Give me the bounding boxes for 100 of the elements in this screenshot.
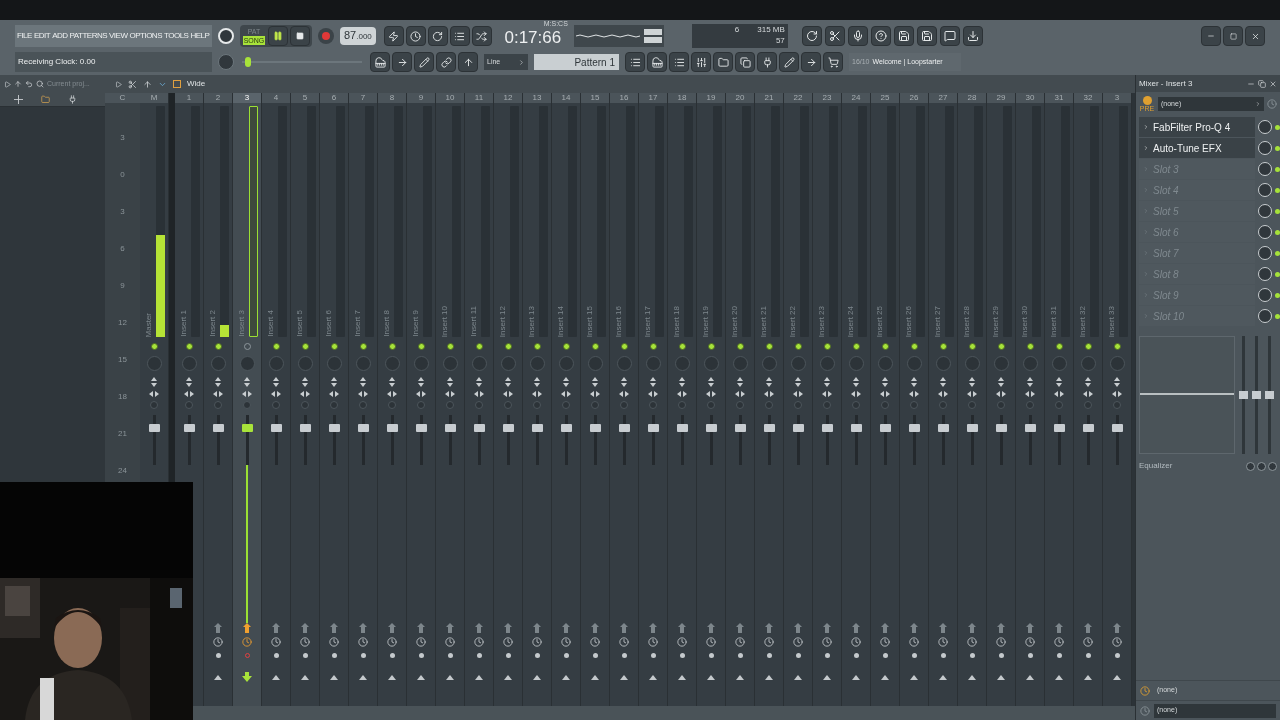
- track-number: 4: [262, 93, 290, 103]
- stereo-mode[interactable]: Wide: [187, 78, 206, 90]
- track-label: Master: [143, 311, 154, 337]
- mixer-track[interactable]: 11 Insert 11: [465, 93, 494, 706]
- track-number: 19: [697, 93, 725, 103]
- mixer-track[interactable]: 25 Insert 25: [871, 93, 900, 706]
- track-number: 16: [610, 93, 638, 103]
- scale-label: 21: [118, 429, 127, 438]
- mixer-track[interactable]: 28 Insert 28: [958, 93, 987, 706]
- track-number: 26: [900, 93, 928, 103]
- menu-item[interactable]: ADD: [52, 30, 68, 42]
- mixer-track[interactable]: 32 Insert 32: [1074, 93, 1103, 706]
- track-label: Insert 2: [207, 309, 218, 337]
- mixer-track[interactable]: 24 Insert 24: [842, 93, 871, 706]
- track-label: Insert 33: [1106, 304, 1117, 337]
- mixer-track[interactable]: 29 Insert 29: [987, 93, 1016, 706]
- mixer-track[interactable]: 4 Insert 4: [262, 93, 291, 706]
- track-number: 22: [784, 93, 812, 103]
- track-number: 2: [204, 93, 232, 103]
- tempo-display[interactable]: 87.000: [340, 27, 376, 45]
- track-label: Insert 26: [903, 304, 914, 337]
- eq-label: Equalizer: [1139, 460, 1174, 472]
- mixer-track[interactable]: 17 Insert 17: [639, 93, 668, 706]
- track-label: Insert 31: [1048, 304, 1059, 337]
- track-label: Insert 5: [294, 309, 305, 337]
- track-number: 14: [552, 93, 580, 103]
- mixer-track[interactable]: 23 Insert 23: [813, 93, 842, 706]
- mixer-track[interactable]: 26 Insert 26: [900, 93, 929, 706]
- mixer-track[interactable]: 19 Insert 19: [697, 93, 726, 706]
- menu-item[interactable]: TOOLS: [164, 30, 189, 42]
- track-label: Insert 20: [729, 304, 740, 337]
- mixer-track[interactable]: 12 Insert 12: [494, 93, 523, 706]
- track-label: Insert 24: [845, 304, 856, 337]
- mixer-track[interactable]: 8 Insert 8: [378, 93, 407, 706]
- track-number: 32: [1074, 93, 1102, 103]
- track-number: 10: [436, 93, 464, 103]
- mixer-track[interactable]: 16 Insert 16: [610, 93, 639, 706]
- track-number: 11: [465, 93, 493, 103]
- scale-label: 12: [118, 318, 127, 327]
- mixer-track[interactable]: 15 Insert 15: [581, 93, 610, 706]
- track-label: Insert 32: [1077, 304, 1088, 337]
- time-value: 0:17:66: [504, 28, 562, 48]
- pattern-select[interactable]: Pattern 1: [534, 54, 619, 70]
- effect-slot[interactable]: FabFilter Pro-Q 4: [1139, 117, 1255, 137]
- track-label: Insert 28: [961, 304, 972, 337]
- track-label: Insert 8: [381, 309, 392, 337]
- mixer-track[interactable]: 22 Insert 22: [784, 93, 813, 706]
- track-label: Insert 17: [642, 304, 653, 337]
- track-label: Insert 1: [178, 309, 189, 337]
- mixer-track[interactable]: 14 Insert 14: [552, 93, 581, 706]
- track-number: 23: [813, 93, 841, 103]
- hint-text: Receiving Clock: 0.00: [18, 56, 96, 68]
- track-number: 27: [929, 93, 957, 103]
- scale-label: 3: [120, 207, 125, 216]
- menu-item[interactable]: OPTIONS: [129, 30, 162, 42]
- track-number: 25: [871, 93, 899, 103]
- mixer-track[interactable]: 18 Insert 18: [668, 93, 697, 706]
- mixer-track[interactable]: 13 Insert 13: [523, 93, 552, 706]
- mixer-track[interactable]: 6 Insert 6: [320, 93, 349, 706]
- mixer-track[interactable]: 3 Insert 33: [1103, 93, 1132, 706]
- mixer-track[interactable]: 27 Insert 27: [929, 93, 958, 706]
- scale-label: 15: [118, 355, 127, 364]
- polyphony-count: 6: [734, 24, 740, 35]
- mixer-track[interactable]: 31 Insert 31: [1045, 93, 1074, 706]
- effect-slot[interactable]: Auto-Tune EFX: [1139, 138, 1255, 158]
- menu-item[interactable]: FILE: [17, 30, 32, 42]
- tempo-value: 87: [344, 28, 357, 43]
- mixer-track[interactable]: 30 Insert 30: [1016, 93, 1045, 706]
- track-label: Insert 18: [671, 304, 682, 337]
- mixer-track[interactable]: 5 Insert 5: [291, 93, 320, 706]
- track-number: 31: [1045, 93, 1073, 103]
- track-number: 7: [349, 93, 377, 103]
- track-number: 15: [581, 93, 609, 103]
- scale-label: 3: [120, 133, 125, 142]
- memory-usage: 315 MB: [757, 24, 785, 35]
- scale-header: C: [105, 93, 140, 103]
- track-label: Insert 15: [584, 304, 595, 337]
- mixer-track[interactable]: 20 Insert 20: [726, 93, 755, 706]
- mixer-track[interactable]: 21 Insert 21: [755, 93, 784, 706]
- scale-label: 6: [120, 244, 125, 253]
- track-label: Insert 12: [497, 304, 508, 337]
- menu-item[interactable]: HELP: [190, 30, 210, 42]
- track-number: 13: [523, 93, 551, 103]
- track-number: 3: [1103, 93, 1131, 103]
- track-label: Insert 6: [323, 309, 334, 337]
- mixer-track[interactable]: 2 Insert 2: [204, 93, 233, 706]
- mixer-track[interactable]: 10 Insert 10: [436, 93, 465, 706]
- track-number: 9: [407, 93, 435, 103]
- track-label: Insert 23: [816, 304, 827, 337]
- menu-item[interactable]: VIEW: [109, 30, 128, 42]
- track-number: 30: [1016, 93, 1044, 103]
- track-label: Insert 30: [1019, 304, 1030, 337]
- menu-item[interactable]: PATTERNS: [69, 30, 107, 42]
- mixer-track[interactable]: 7 Insert 7: [349, 93, 378, 706]
- panel-title: Mixer - Insert 3: [1139, 77, 1194, 90]
- track-label: Insert 19: [700, 304, 711, 337]
- cpu-load: 57: [775, 35, 785, 46]
- menu-item[interactable]: EDIT: [33, 30, 51, 42]
- track-number: 24: [842, 93, 870, 103]
- track-number: 28: [958, 93, 986, 103]
